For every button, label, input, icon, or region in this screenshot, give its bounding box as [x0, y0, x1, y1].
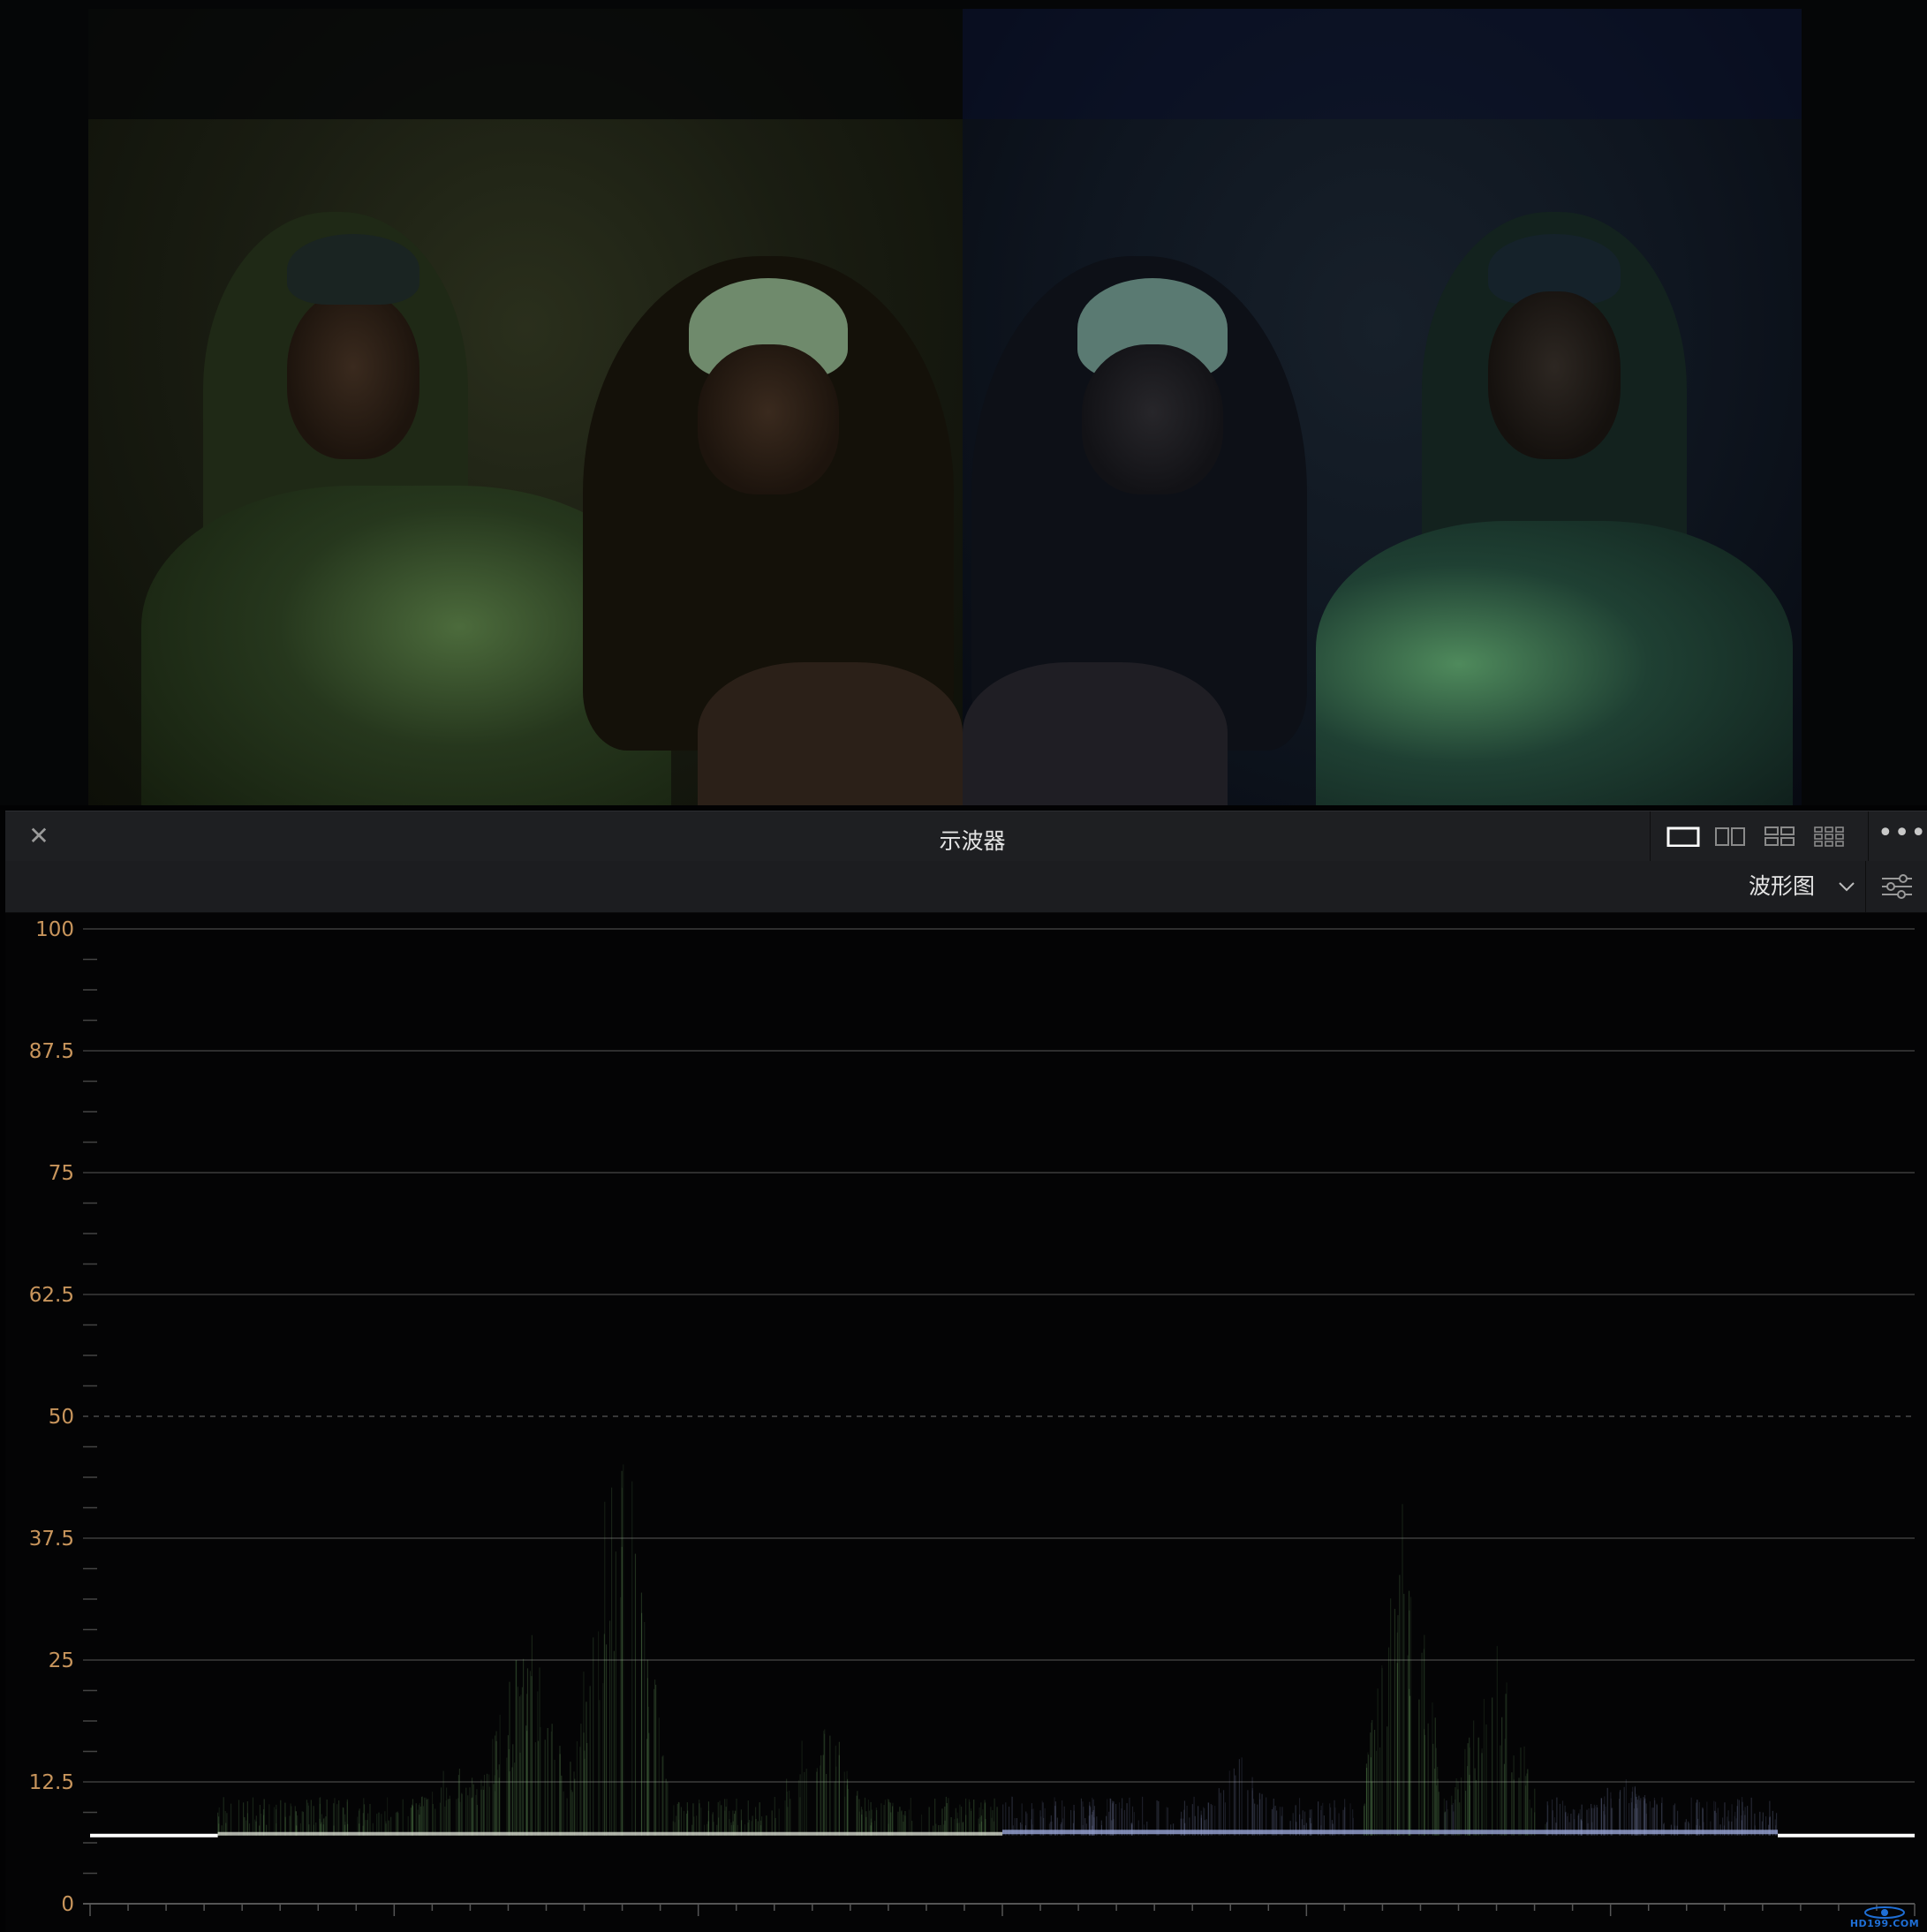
figure-center-face: [698, 344, 839, 494]
y-tick-label: 100: [35, 918, 74, 941]
scope-type-dropdown[interactable]: 波形图: [1749, 872, 1863, 902]
waveform-plot: 100 87.5 75 62.5 50 37.5 25 12.5 0: [29, 918, 1916, 1916]
waveform-bottom-ticks: [89, 1904, 1916, 1916]
waveform-trace: [90, 1464, 1915, 1838]
split-screen-frame: [88, 9, 1802, 805]
figure-left-headband: [287, 234, 419, 305]
more-horizontal-icon[interactable]: •••: [1878, 820, 1926, 852]
figure-center-face-mirror: [1082, 344, 1223, 494]
y-tick-label: 75: [49, 1162, 74, 1185]
figure-center-lap-mirror: [963, 662, 1228, 805]
layout-grid-icon[interactable]: [1813, 826, 1848, 847]
figure-left-face: [287, 291, 419, 459]
layout-quad-icon[interactable]: [1764, 826, 1799, 847]
watermark-logo: HD199.COM: [1849, 1906, 1920, 1929]
waveform-labels: 100 87.5 75 62.5 50 37.5 25 12.5 0: [29, 918, 74, 1916]
layout-single-icon[interactable]: [1666, 826, 1702, 847]
split-left-graded: [88, 9, 963, 805]
split-right-original: [963, 9, 1802, 805]
figure-right-cloth: [1316, 521, 1793, 805]
scope-type-label: 波形图: [1749, 873, 1816, 899]
scope-panel-subheader: 波形图: [5, 861, 1927, 913]
chevron-down-icon: [1837, 872, 1856, 911]
y-tick-label: 37.5: [29, 1528, 74, 1551]
figure-center-lap: [698, 662, 963, 805]
watermark-text: HD199.COM: [1849, 1918, 1920, 1929]
y-tick-label: 87.5: [29, 1040, 74, 1063]
figure-right-face: [1488, 291, 1621, 459]
layout-dual-icon[interactable]: [1714, 826, 1749, 847]
letterbox-top: [88, 9, 963, 119]
split-right-letterbox: [963, 9, 1802, 119]
y-tick-label: 50: [49, 1406, 74, 1429]
y-tick-label: 62.5: [29, 1284, 74, 1307]
y-tick-label: 25: [49, 1649, 74, 1672]
video-viewer: [0, 0, 1927, 805]
panel-title: 示波器: [939, 828, 1006, 854]
waveform-grid: [83, 928, 1915, 1905]
scope-panel-header: ✕ 示波器 •••: [5, 811, 1927, 862]
sliders-icon[interactable]: [1865, 861, 1927, 912]
layout-toggle-group: [1650, 811, 1869, 861]
waveform-scope: 100 87.5 75 62.5 50 37.5 25 12.5 0: [5, 913, 1927, 1932]
y-tick-label: 12.5: [29, 1771, 74, 1794]
y-tick-label: 0: [61, 1893, 74, 1916]
